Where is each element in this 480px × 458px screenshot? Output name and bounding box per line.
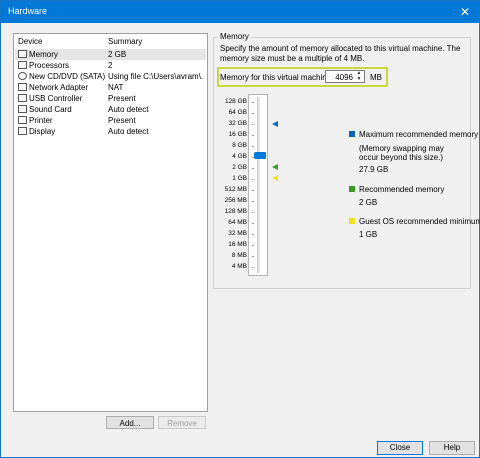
memory-spinbox[interactable]: 4096 ▲ ▼ (325, 70, 365, 83)
display-icon (18, 127, 27, 135)
device-name: Sound Card (29, 105, 72, 114)
max-recommended-marker-icon (272, 121, 278, 127)
device-row-network-adapter[interactable]: Network Adapter NAT (15, 82, 206, 93)
spin-down-icon[interactable]: ▼ (355, 77, 363, 82)
scale-label: 32 GB (228, 120, 247, 127)
recommended-marker-icon (272, 164, 278, 170)
memory-group-label: Memory (218, 32, 251, 41)
remove-device-button[interactable]: Remove (158, 416, 206, 429)
slider-tick (252, 146, 254, 147)
memory-value[interactable]: 4096 (335, 73, 353, 82)
max-recommended-value: 27.9 GB (359, 165, 389, 174)
scale-label: 512 MB (224, 186, 247, 193)
processor-icon (18, 61, 27, 69)
column-header-summary[interactable]: Summary (108, 37, 142, 46)
slider-tick (252, 223, 254, 224)
printer-icon (18, 116, 27, 124)
max-recommended-note-2: occur beyond this size.) (359, 153, 444, 162)
device-summary: Using file C:\Users\avram\... (108, 72, 204, 81)
minimum-swatch (349, 218, 355, 224)
device-summary: 2 GB (108, 50, 127, 59)
device-name: Display (29, 127, 56, 136)
slider-tick (252, 102, 254, 103)
device-summary: Present (108, 116, 136, 125)
slider-tick (252, 234, 254, 235)
scale-label: 8 MB (231, 252, 247, 259)
network-adapter-icon (18, 83, 27, 91)
usb-icon (18, 94, 27, 102)
slider-tick (252, 168, 254, 169)
device-name: USB Controller (29, 94, 83, 103)
sound-card-icon (18, 105, 27, 113)
window-title: Hardware (8, 6, 48, 16)
column-header-device[interactable]: Device (18, 37, 42, 46)
max-recommended-swatch (349, 131, 355, 137)
minimum-title: Guest OS recommended minimum (359, 217, 480, 226)
recommended-value: 2 GB (359, 198, 378, 207)
close-button[interactable]: Close (377, 441, 423, 455)
device-row-processors[interactable]: Processors 2 (15, 60, 206, 71)
scale-label: 128 MB (224, 208, 247, 215)
recommended-title: Recommended memory (359, 185, 445, 194)
scale-label: 64 GB (228, 109, 247, 116)
device-summary: 2 (108, 61, 113, 70)
device-row-display[interactable]: Display Auto detect (15, 126, 206, 137)
scale-label: 16 MB (228, 241, 247, 248)
slider-tick (252, 135, 254, 136)
scale-label: 64 MB (228, 219, 247, 226)
scale-label: 8 GB (232, 142, 247, 149)
slider-tick (252, 201, 254, 202)
device-row-sound-card[interactable]: Sound Card Auto detect (15, 104, 206, 115)
minimum-value: 1 GB (359, 230, 378, 239)
slider-tick (252, 256, 254, 257)
help-button[interactable]: Help (429, 441, 475, 455)
device-name: Network Adapter (29, 83, 89, 92)
slider-tick (252, 267, 254, 268)
scale-label: 1 GB (232, 175, 247, 182)
device-name: Printer (29, 116, 53, 125)
cd-dvd-icon (18, 72, 27, 80)
device-summary: Auto detect (108, 127, 149, 136)
slider-tick (252, 179, 254, 180)
memory-icon (18, 50, 27, 58)
device-name: Memory (29, 50, 58, 59)
slider-tick (252, 190, 254, 191)
device-list: Device Summary Memory 2 GB Processors 2 … (13, 33, 208, 412)
memory-unit-label: MB (370, 73, 382, 82)
scale-label: 16 GB (228, 131, 247, 138)
add-device-button[interactable]: Add... (106, 416, 154, 429)
minimum-marker-icon (272, 175, 278, 181)
device-summary: NAT (108, 83, 124, 92)
max-recommended-title: Maximum recommended memory (359, 130, 479, 139)
slider-tick (252, 245, 254, 246)
scale-label: 4 GB (232, 153, 247, 160)
device-row-printer[interactable]: Printer Present (15, 115, 206, 126)
scale-label: 32 MB (228, 230, 247, 237)
slider-tick (252, 124, 254, 125)
title-bar[interactable]: Hardware ✕ (1, 1, 479, 23)
scale-label: 256 MB (224, 197, 247, 204)
scale-label: 4 MB (231, 263, 247, 270)
device-name: Processors (29, 61, 70, 70)
device-summary: Present (108, 94, 136, 103)
device-summary: Auto detect (108, 105, 149, 114)
slider-thumb[interactable] (254, 152, 266, 159)
device-row-cd-dvd[interactable]: New CD/DVD (SATA) Using file C:\Users\av… (15, 71, 206, 82)
recommended-swatch (349, 186, 355, 192)
slider-tick (252, 212, 254, 213)
memory-description: Specify the amount of memory allocated t… (220, 44, 461, 63)
close-window-icon[interactable]: ✕ (457, 4, 473, 20)
scale-label: 128 GB (224, 98, 247, 105)
hardware-dialog: Hardware ✕ Device Summary Memory 2 GB Pr… (0, 0, 480, 458)
device-row-memory[interactable]: Memory 2 GB (15, 49, 206, 60)
slider-tick (252, 113, 254, 114)
device-name: New CD/DVD (SATA) (29, 72, 106, 81)
scale-label: 2 GB (232, 164, 247, 171)
slider-track[interactable] (257, 97, 260, 273)
device-row-usb-controller[interactable]: USB Controller Present (15, 93, 206, 104)
memory-field-label: Memory for this virtual machine: (220, 73, 334, 82)
